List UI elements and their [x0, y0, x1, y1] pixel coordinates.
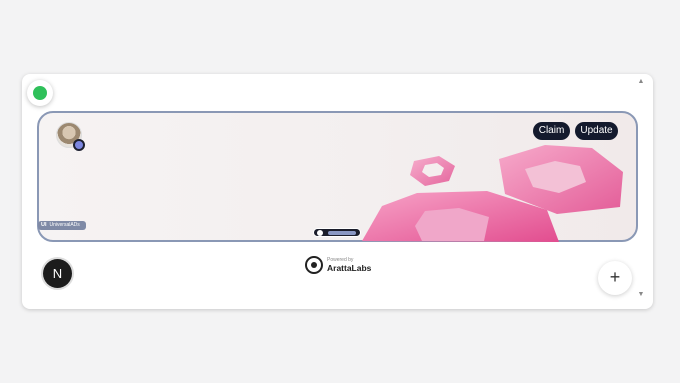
next-logo-button[interactable]: N [43, 259, 72, 288]
add-button[interactable]: + [598, 261, 632, 295]
brand-mark: UI [41, 222, 47, 228]
update-button[interactable]: Update [575, 122, 618, 140]
brand-tag[interactable]: UI UniversalADs [38, 221, 86, 230]
claim-button[interactable]: Claim [533, 122, 570, 140]
status-dot-icon [27, 80, 53, 106]
brand-name: UniversalADs [49, 222, 80, 228]
scroll-down-icon[interactable]: ▼ [637, 291, 645, 299]
play-icon[interactable] [317, 230, 323, 236]
progress-track[interactable] [328, 231, 356, 235]
powered-by-name: ArattaLabs [327, 263, 372, 273]
powered-by-badge[interactable]: Powered by ArattaLabs [305, 256, 380, 276]
scroll-up-icon[interactable]: ▲ [637, 78, 645, 86]
arattalabs-logo-icon [305, 256, 323, 274]
media-player-control[interactable] [313, 228, 361, 237]
avatar-badge-icon [73, 139, 85, 151]
